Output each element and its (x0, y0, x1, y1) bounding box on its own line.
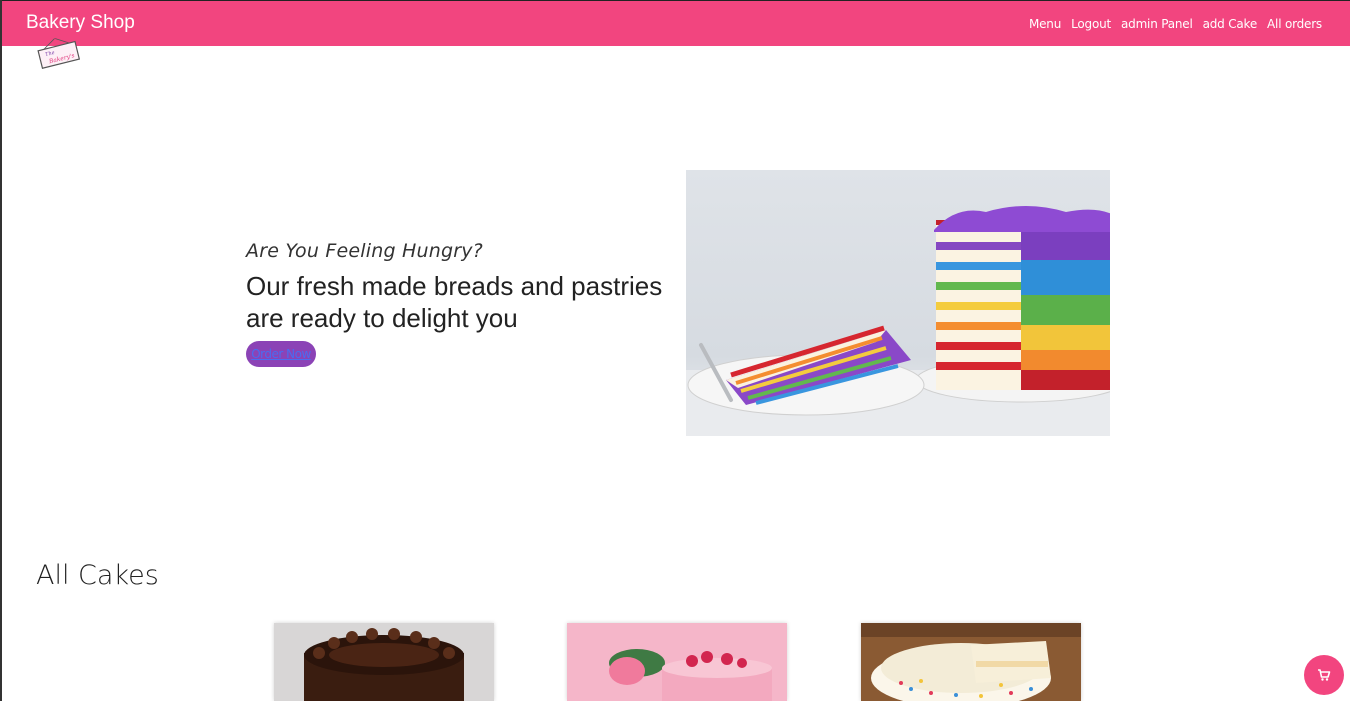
order-now-button[interactable]: Order Now (246, 341, 316, 367)
vanilla-sprinkle-cake-image (861, 623, 1081, 701)
nav-link-admin-panel[interactable]: admin Panel (1121, 17, 1193, 31)
nav-link-logout[interactable]: Logout (1071, 17, 1111, 31)
cake-card-vanilla[interactable] (861, 623, 1081, 701)
cart-button[interactable] (1304, 655, 1344, 695)
nav-link-all-orders[interactable]: All orders (1267, 17, 1322, 31)
cake-card-pink[interactable] (567, 623, 787, 701)
hero-tagline: Are You Feeling Hungry? (246, 240, 483, 262)
all-cakes-heading: All Cakes (36, 560, 159, 591)
hero-text-block: Are You Feeling Hungry? Our fresh made b… (246, 240, 666, 367)
nav-link-menu[interactable]: Menu (1029, 17, 1061, 31)
pink-raspberry-cake-image (567, 623, 787, 701)
cart-icon (1318, 669, 1331, 681)
cake-card-chocolate[interactable] (274, 623, 494, 701)
nav-link-add-cake[interactable]: add Cake (1203, 17, 1258, 31)
brand-title[interactable]: Bakery Shop (26, 12, 135, 34)
chocolate-cake-image (274, 623, 494, 701)
nav-links: Menu Logout admin Panel add Cake All ord… (1029, 17, 1322, 31)
rainbow-cake-image (686, 170, 1110, 436)
hero-headline: Our fresh made breads and pastries are r… (246, 271, 663, 333)
top-navbar: Bakery Shop Menu Logout admin Panel add … (2, 0, 1350, 46)
